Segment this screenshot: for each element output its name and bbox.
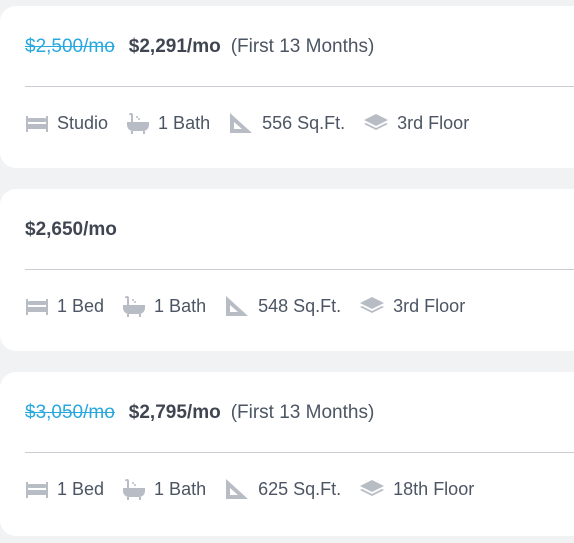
bed-icon <box>25 296 57 316</box>
old-price: $2,500/mo <box>25 36 115 57</box>
feature-area: 548 Sq.Ft. <box>224 295 341 317</box>
beds-label: 1 Bed <box>57 295 105 316</box>
feature-beds: Studio <box>25 113 108 134</box>
area-label: 625 Sq.Ft. <box>258 478 342 499</box>
promo-note: (First 13 Months) <box>230 36 375 57</box>
feature-floor: 3rd Floor <box>359 296 465 317</box>
divider <box>25 86 574 87</box>
features-row: 1 Bed 1 Bath 548 Sq.Ft. 3rd Floor <box>25 295 483 317</box>
listing-card[interactable]: $2,650/mo 1 Bed 1 Bath 548 Sq.Ft. 3rd Fl… <box>0 189 574 351</box>
current-price: $2,291/mo <box>128 36 221 57</box>
divider <box>25 269 574 270</box>
feature-beds: 1 Bed <box>25 479 104 500</box>
current-price: $2,650/mo <box>25 219 117 240</box>
feature-area: 625 Sq.Ft. <box>224 478 341 500</box>
features-row: Studio 1 Bath 556 Sq.Ft. 3rd Floor <box>25 112 487 134</box>
beds-label: 1 Bed <box>57 478 105 499</box>
beds-label: Studio <box>57 112 109 133</box>
listing-card[interactable]: $2,500/mo $2,291/mo (First 13 Months) St… <box>0 6 574 168</box>
listing-card[interactable]: $3,050/mo $2,795/mo (First 13 Months) 1 … <box>0 372 574 536</box>
listing-list: $2,500/mo $2,291/mo (First 13 Months) St… <box>0 0 574 543</box>
price-row: $2,650/mo <box>25 219 117 241</box>
feature-beds: 1 Bed <box>25 296 104 317</box>
price-row: $3,050/mo $2,795/mo (First 13 Months) <box>25 402 374 424</box>
old-price: $3,050/mo <box>25 402 115 423</box>
bathtub-icon <box>126 112 158 134</box>
feature-baths: 1 Bath <box>126 112 210 134</box>
ruler-triangle-icon <box>228 112 262 134</box>
feature-baths: 1 Bath <box>122 295 206 317</box>
price-row: $2,500/mo $2,291/mo (First 13 Months) <box>25 36 374 58</box>
bathtub-icon <box>122 478 154 500</box>
floor-label: 18th Floor <box>393 478 475 499</box>
bathtub-icon <box>122 295 154 317</box>
floor-label: 3rd Floor <box>393 295 466 316</box>
ruler-triangle-icon <box>224 295 258 317</box>
promo-note: (First 13 Months) <box>230 402 375 423</box>
area-label: 548 Sq.Ft. <box>258 295 342 316</box>
feature-area: 556 Sq.Ft. <box>228 112 345 134</box>
feature-floor: 3rd Floor <box>363 113 469 134</box>
floor-layers-icon <box>359 479 393 499</box>
area-label: 556 Sq.Ft. <box>262 112 346 133</box>
bed-icon <box>25 113 57 133</box>
divider <box>25 452 574 453</box>
floor-label: 3rd Floor <box>397 112 470 133</box>
feature-baths: 1 Bath <box>122 478 206 500</box>
floor-layers-icon <box>359 296 393 316</box>
feature-floor: 18th Floor <box>359 479 474 500</box>
baths-label: 1 Bath <box>154 295 207 316</box>
current-price: $2,795/mo <box>128 402 221 423</box>
ruler-triangle-icon <box>224 478 258 500</box>
floor-layers-icon <box>363 113 397 133</box>
features-row: 1 Bed 1 Bath 625 Sq.Ft. 18th Floor <box>25 478 492 500</box>
bed-icon <box>25 479 57 499</box>
baths-label: 1 Bath <box>158 112 211 133</box>
baths-label: 1 Bath <box>154 478 207 499</box>
